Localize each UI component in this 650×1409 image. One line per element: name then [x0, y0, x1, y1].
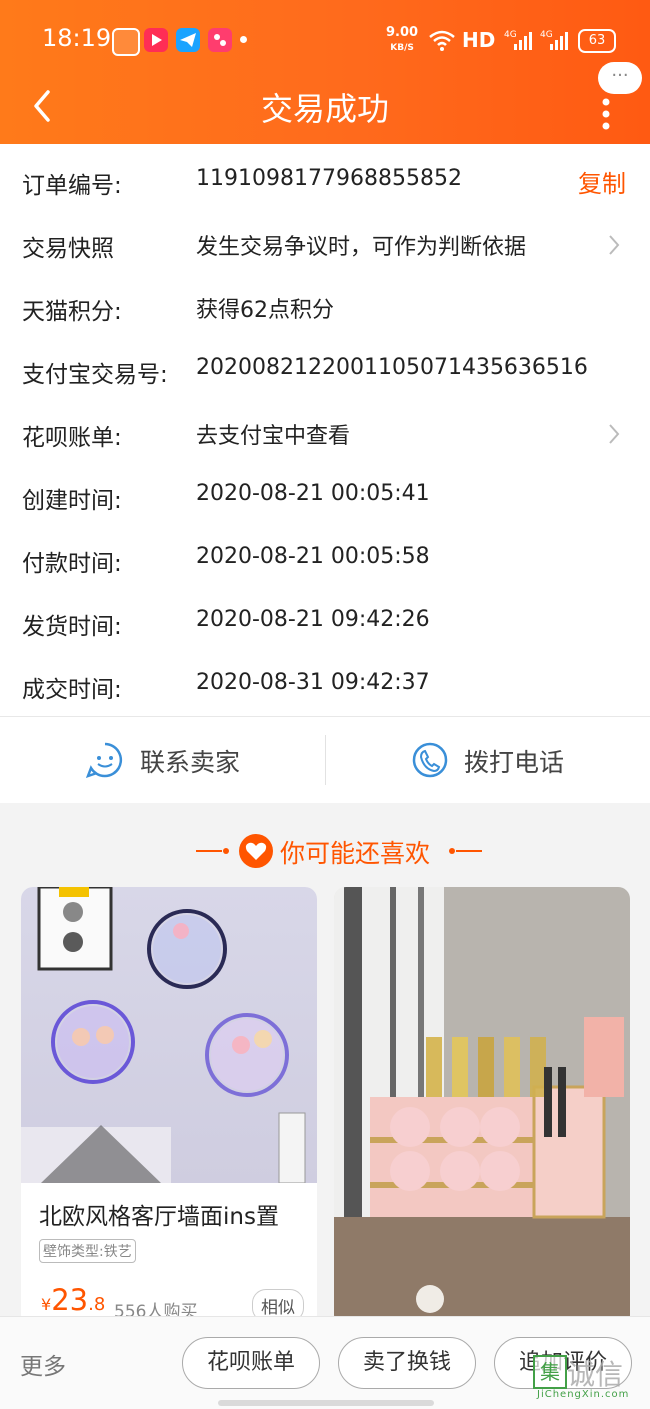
right-decor-line [449, 848, 482, 854]
watermark-text: 诚信 [567, 1358, 624, 1391]
call-phone-button[interactable]: 拨打电话 [326, 717, 650, 803]
wifi-icon [428, 28, 456, 56]
paid-time-row: 付款时间: 2020-08-21 00:05:58 [0, 529, 650, 592]
huabei-bill-label: 花呗账单: [22, 425, 122, 451]
product-tag: 壁饰类型:铁艺 [39, 1239, 136, 1263]
completed-time-label: 成交时间: [22, 677, 122, 703]
completed-time-row: 成交时间: 2020-08-31 09:42:37 [0, 655, 650, 718]
notification-app-icon [112, 28, 140, 56]
contact-bar: 联系卖家 拨打电话 [0, 716, 650, 803]
status-time: 18:19 [42, 24, 112, 52]
alipay-trade-label: 支付宝交易号: [22, 362, 168, 388]
call-phone-label: 拨打电话 [464, 748, 565, 777]
recommend-title: 你可能还喜欢 [280, 839, 431, 868]
product-card[interactable]: 北欧风格客厅墙面ins置 壁饰类型:铁艺 ¥23.8 556人购买 相似 [21, 887, 317, 1327]
social-app-icon [208, 28, 232, 52]
net-speed-value: 9.00 [386, 25, 419, 40]
contact-seller-label: 联系卖家 [140, 748, 241, 777]
message-bubble-icon[interactable]: ··· [598, 62, 642, 94]
snapshot-row[interactable]: 交易快照 发生交易争议时，可作为判断依据 [0, 214, 650, 277]
left-decor-line [196, 848, 229, 854]
paid-time-value: 2020-08-21 00:05:58 [196, 544, 430, 569]
watermark-logo: 集 诚信 JiChengXin.com [533, 1353, 645, 1405]
product-price: ¥23.8 [41, 1283, 105, 1317]
created-time-value: 2020-08-21 00:05:41 [196, 481, 430, 506]
price-symbol: ¥ [41, 1295, 52, 1314]
heart-icon [239, 834, 273, 868]
copy-button[interactable]: 复制 [578, 164, 626, 199]
recommend-header: 你可能还喜欢 [0, 830, 650, 874]
huabei-bill-row[interactable]: 花呗账单: 去支付宝中查看 [0, 403, 650, 466]
product-name: 北欧风格客厅墙面ins置 [39, 1204, 279, 1230]
created-time-row: 创建时间: 2020-08-21 00:05:41 [0, 466, 650, 529]
battery-icon: 63 [578, 29, 616, 53]
alipay-trade-value: 2020082122001105071435636516 [196, 355, 588, 380]
more-notifications-dot [240, 36, 247, 43]
snapshot-value: 发生交易争议时，可作为判断依据 [196, 235, 527, 260]
product-image-spice-rack [334, 887, 630, 1327]
more-button[interactable]: 更多 [20, 1347, 66, 1381]
network-type-1: 4G [504, 30, 517, 40]
price-integer: 23 [51, 1283, 89, 1317]
order-number-label: 订单编号: [22, 173, 122, 199]
shipped-time-label: 发货时间: [22, 614, 122, 640]
resell-button[interactable]: 卖了换钱 [338, 1337, 476, 1389]
order-number-row: 订单编号: 1191098177968855852 复制 [0, 151, 650, 214]
video-app-icon [144, 28, 168, 52]
huabei-bill-button[interactable]: 花呗账单 [182, 1337, 320, 1389]
watermark-mark: 集 [533, 1355, 567, 1389]
order-details: 订单编号: 1191098177968855852 复制 交易快照 发生交易争议… [0, 144, 650, 716]
alipay-trade-row: 支付宝交易号: 2020082122001105071435636516 [0, 340, 650, 403]
nav-bar: 交易成功 ··· [0, 62, 650, 144]
header-bar: 18:19 9.00 KB/S HD 4G 4G 63 交易成功 ··· [0, 0, 650, 144]
net-speed: 9.00 KB/S [386, 26, 418, 55]
signal-icon: 4G [504, 28, 534, 56]
more-vertical-icon[interactable] [600, 96, 612, 132]
telegram-icon [176, 28, 200, 52]
huabei-bill-value: 去支付宝中查看 [196, 424, 351, 449]
net-speed-unit: KB/S [390, 43, 414, 53]
snapshot-label: 交易快照 [22, 236, 114, 262]
created-time-label: 创建时间: [22, 488, 122, 514]
network-type-2: 4G [540, 30, 553, 40]
points-row: 天猫积分: 获得62点积分 [0, 277, 650, 340]
price-decimal: .8 [88, 1294, 106, 1315]
shipped-time-value: 2020-08-21 09:42:26 [196, 607, 430, 632]
chat-bubble-icon [85, 741, 124, 779]
chevron-right-icon [606, 232, 622, 258]
paid-time-label: 付款时间: [22, 551, 122, 577]
product-image-wall-shelf [21, 887, 317, 1184]
status-bar: 18:19 9.00 KB/S HD 4G 4G 63 [0, 0, 650, 78]
hd-indicator: HD [462, 28, 496, 52]
watermark-subtext: JiChengXin.com [537, 1389, 630, 1400]
contact-seller-button[interactable]: 联系卖家 [0, 717, 325, 803]
product-card[interactable] [334, 887, 630, 1327]
phone-icon [411, 741, 449, 779]
page-title: 交易成功 [260, 90, 389, 128]
signal-icon-2: 4G [540, 28, 570, 56]
shipped-time-row: 发货时间: 2020-08-21 09:42:26 [0, 592, 650, 655]
home-indicator [218, 1400, 434, 1406]
order-number-value: 1191098177968855852 [196, 166, 462, 191]
points-label: 天猫积分: [22, 299, 122, 325]
points-value: 获得62点积分 [196, 298, 334, 323]
chevron-right-icon [606, 421, 622, 447]
completed-time-value: 2020-08-31 09:42:37 [196, 670, 430, 695]
